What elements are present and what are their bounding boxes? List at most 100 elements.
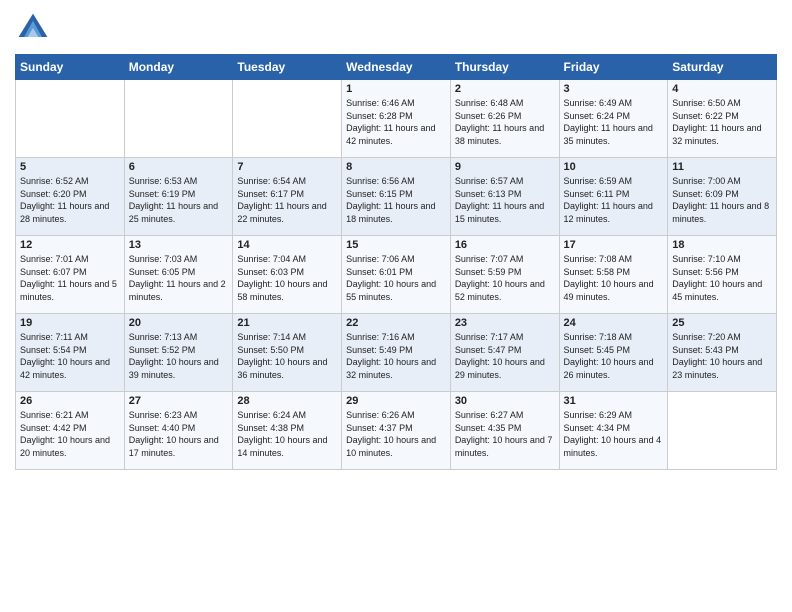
calendar-table: SundayMondayTuesdayWednesdayThursdayFrid… [15, 54, 777, 470]
day-cell: 22 Sunrise: 7:16 AM Sunset: 5:49 PM Dayli… [342, 314, 451, 392]
day-cell: 4 Sunrise: 6:50 AM Sunset: 6:22 PM Daylig… [668, 80, 777, 158]
day-cell [124, 80, 233, 158]
day-cell: 14 Sunrise: 7:04 AM Sunset: 6:03 PM Dayli… [233, 236, 342, 314]
day-cell: 25 Sunrise: 7:20 AM Sunset: 5:43 PM Dayli… [668, 314, 777, 392]
day-number: 18 [672, 239, 772, 251]
day-number: 30 [455, 395, 555, 407]
day-info: Sunrise: 6:54 AM Sunset: 6:17 PM Dayligh… [237, 175, 337, 225]
day-info: Sunrise: 6:46 AM Sunset: 6:28 PM Dayligh… [346, 97, 446, 147]
week-row-0: 1 Sunrise: 6:46 AM Sunset: 6:28 PM Daylig… [16, 80, 777, 158]
day-cell: 13Sunrise: 7:03 AM Sunset: 6:05 PM Dayli… [124, 236, 233, 314]
day-number: 28 [237, 395, 337, 407]
day-number: 24 [564, 317, 664, 329]
day-cell: 27 Sunrise: 6:23 AM Sunset: 4:40 PM Dayli… [124, 392, 233, 470]
day-info: Sunrise: 6:52 AM Sunset: 6:20 PM Dayligh… [20, 175, 120, 225]
day-cell: 30 Sunrise: 6:27 AM Sunset: 4:35 PM Dayli… [450, 392, 559, 470]
day-info: Sunrise: 6:29 AM Sunset: 4:34 PM Dayligh… [564, 409, 664, 459]
col-header-monday: Monday [124, 55, 233, 80]
day-cell [233, 80, 342, 158]
day-number: 25 [672, 317, 772, 329]
logo-icon [15, 10, 51, 46]
day-cell: 19Sunrise: 7:11 AM Sunset: 5:54 PM Dayli… [16, 314, 125, 392]
day-cell: 5 Sunrise: 6:52 AM Sunset: 6:20 PM Daylig… [16, 158, 125, 236]
day-info: Sunrise: 7:10 AM Sunset: 5:56 PM Dayligh… [672, 253, 772, 303]
day-cell: 28Sunrise: 6:24 AM Sunset: 4:38 PM Dayli… [233, 392, 342, 470]
week-row-2: 12 Sunrise: 7:01 AM Sunset: 6:07 PM Dayli… [16, 236, 777, 314]
day-info: Sunrise: 7:07 AM Sunset: 5:59 PM Dayligh… [455, 253, 555, 303]
day-number: 7 [237, 161, 337, 173]
day-cell: 17 Sunrise: 7:08 AM Sunset: 5:58 PM Dayli… [559, 236, 668, 314]
day-info: Sunrise: 6:26 AM Sunset: 4:37 PM Dayligh… [346, 409, 446, 459]
day-info: Sunrise: 7:00 AM Sunset: 6:09 PM Dayligh… [672, 175, 772, 225]
day-cell: 15 Sunrise: 7:06 AM Sunset: 6:01 PM Dayli… [342, 236, 451, 314]
day-info: Sunrise: 6:53 AM Sunset: 6:19 PM Dayligh… [129, 175, 229, 225]
page: SundayMondayTuesdayWednesdayThursdayFrid… [0, 0, 792, 612]
day-number: 11 [672, 161, 772, 173]
day-number: 6 [129, 161, 229, 173]
day-cell: 21 Sunrise: 7:14 AM Sunset: 5:50 PM Dayli… [233, 314, 342, 392]
day-number: 12 [20, 239, 120, 251]
day-cell: 6 Sunrise: 6:53 AM Sunset: 6:19 PM Daylig… [124, 158, 233, 236]
day-cell: 11 Sunrise: 7:00 AM Sunset: 6:09 PM Dayli… [668, 158, 777, 236]
day-cell [668, 392, 777, 470]
day-info: Sunrise: 6:48 AM Sunset: 6:26 PM Dayligh… [455, 97, 555, 147]
day-info: Sunrise: 7:06 AM Sunset: 6:01 PM Dayligh… [346, 253, 446, 303]
day-number: 15 [346, 239, 446, 251]
day-number: 14 [237, 239, 337, 251]
day-cell: 8Sunrise: 6:56 AM Sunset: 6:15 PM Daylig… [342, 158, 451, 236]
day-info: Sunrise: 7:01 AM Sunset: 6:07 PM Dayligh… [20, 253, 120, 303]
day-info: Sunrise: 7:13 AM Sunset: 5:52 PM Dayligh… [129, 331, 229, 381]
col-header-wednesday: Wednesday [342, 55, 451, 80]
day-cell: 9 Sunrise: 6:57 AM Sunset: 6:13 PM Daylig… [450, 158, 559, 236]
day-number: 23 [455, 317, 555, 329]
day-cell: 31 Sunrise: 6:29 AM Sunset: 4:34 PM Dayli… [559, 392, 668, 470]
day-info: Sunrise: 6:49 AM Sunset: 6:24 PM Dayligh… [564, 97, 664, 147]
day-number: 26 [20, 395, 120, 407]
day-cell: 2Sunrise: 6:48 AM Sunset: 6:26 PM Daylig… [450, 80, 559, 158]
day-info: Sunrise: 7:08 AM Sunset: 5:58 PM Dayligh… [564, 253, 664, 303]
day-cell: 26 Sunrise: 6:21 AM Sunset: 4:42 PM Dayli… [16, 392, 125, 470]
day-number: 21 [237, 317, 337, 329]
day-cell: 1 Sunrise: 6:46 AM Sunset: 6:28 PM Daylig… [342, 80, 451, 158]
day-number: 29 [346, 395, 446, 407]
day-info: Sunrise: 7:04 AM Sunset: 6:03 PM Dayligh… [237, 253, 337, 303]
day-info: Sunrise: 6:50 AM Sunset: 6:22 PM Dayligh… [672, 97, 772, 147]
day-number: 16 [455, 239, 555, 251]
day-number: 3 [564, 83, 664, 95]
day-info: Sunrise: 7:17 AM Sunset: 5:47 PM Dayligh… [455, 331, 555, 381]
day-info: Sunrise: 7:20 AM Sunset: 5:43 PM Dayligh… [672, 331, 772, 381]
day-cell: 12 Sunrise: 7:01 AM Sunset: 6:07 PM Dayli… [16, 236, 125, 314]
day-cell: 7 Sunrise: 6:54 AM Sunset: 6:17 PM Daylig… [233, 158, 342, 236]
day-number: 31 [564, 395, 664, 407]
day-number: 10 [564, 161, 664, 173]
day-number: 22 [346, 317, 446, 329]
day-number: 27 [129, 395, 229, 407]
day-info: Sunrise: 6:23 AM Sunset: 4:40 PM Dayligh… [129, 409, 229, 459]
day-cell: 29 Sunrise: 6:26 AM Sunset: 4:37 PM Dayli… [342, 392, 451, 470]
day-number: 9 [455, 161, 555, 173]
day-info: Sunrise: 6:27 AM Sunset: 4:35 PM Dayligh… [455, 409, 555, 459]
col-header-sunday: Sunday [16, 55, 125, 80]
day-cell: 24 Sunrise: 7:18 AM Sunset: 5:45 PM Dayli… [559, 314, 668, 392]
day-cell: 3 Sunrise: 6:49 AM Sunset: 6:24 PM Daylig… [559, 80, 668, 158]
day-cell: 23 Sunrise: 7:17 AM Sunset: 5:47 PM Dayli… [450, 314, 559, 392]
day-info: Sunrise: 6:21 AM Sunset: 4:42 PM Dayligh… [20, 409, 120, 459]
day-info: Sunrise: 6:59 AM Sunset: 6:11 PM Dayligh… [564, 175, 664, 225]
day-cell: 20Sunrise: 7:13 AM Sunset: 5:52 PM Dayli… [124, 314, 233, 392]
day-info: Sunrise: 7:16 AM Sunset: 5:49 PM Dayligh… [346, 331, 446, 381]
day-info: Sunrise: 7:18 AM Sunset: 5:45 PM Dayligh… [564, 331, 664, 381]
day-info: Sunrise: 6:56 AM Sunset: 6:15 PM Dayligh… [346, 175, 446, 225]
header-row: SundayMondayTuesdayWednesdayThursdayFrid… [16, 55, 777, 80]
day-info: Sunrise: 6:57 AM Sunset: 6:13 PM Dayligh… [455, 175, 555, 225]
week-row-1: 5 Sunrise: 6:52 AM Sunset: 6:20 PM Daylig… [16, 158, 777, 236]
col-header-saturday: Saturday [668, 55, 777, 80]
day-cell: 18 Sunrise: 7:10 AM Sunset: 5:56 PM Dayli… [668, 236, 777, 314]
day-number: 5 [20, 161, 120, 173]
header [15, 10, 777, 46]
day-cell [16, 80, 125, 158]
day-number: 4 [672, 83, 772, 95]
day-number: 17 [564, 239, 664, 251]
day-number: 1 [346, 83, 446, 95]
week-row-3: 19Sunrise: 7:11 AM Sunset: 5:54 PM Dayli… [16, 314, 777, 392]
day-info: Sunrise: 7:14 AM Sunset: 5:50 PM Dayligh… [237, 331, 337, 381]
